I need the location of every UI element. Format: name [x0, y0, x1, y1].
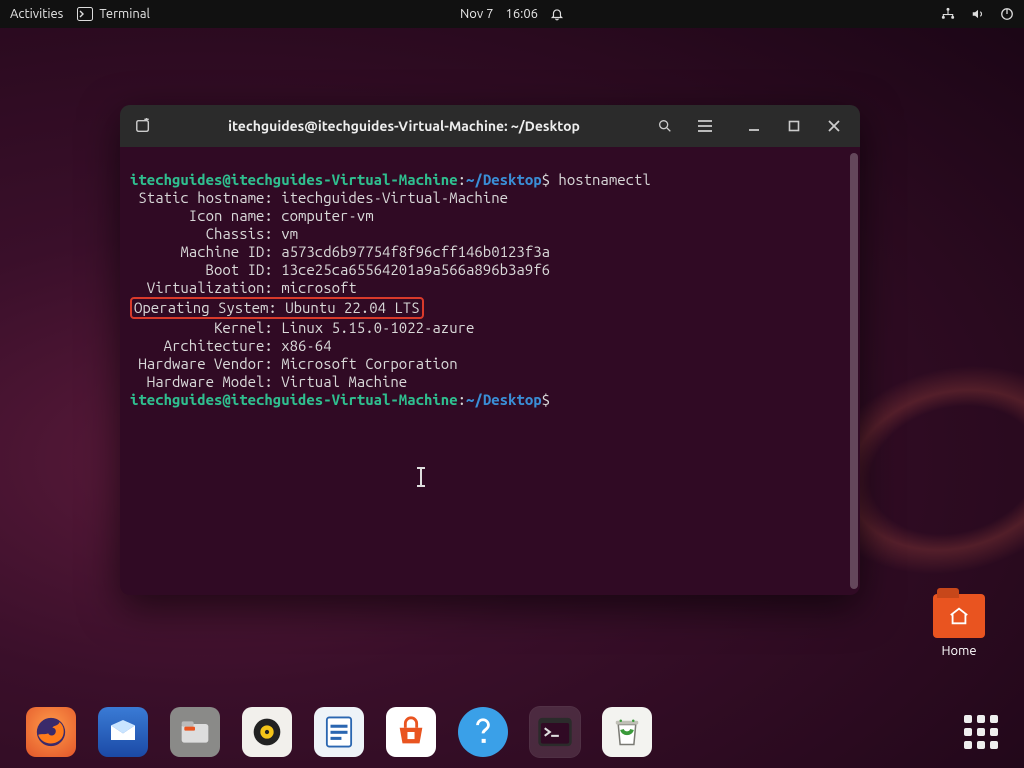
output-line: Static hostname: itechguides-Virtual-Mac…: [130, 189, 508, 206]
dock-trash[interactable]: [602, 707, 652, 757]
power-icon[interactable]: [1000, 7, 1014, 21]
hamburger-menu-button[interactable]: [688, 111, 722, 141]
dock-help[interactable]: [458, 707, 508, 757]
dock-libreoffice-writer[interactable]: [314, 707, 364, 757]
terminal-window: itechguides@itechguides-Virtual-Machine:…: [120, 105, 860, 595]
output-line-os-highlight: Operating System: Ubuntu 22.04 LTS: [130, 297, 424, 319]
output-line: Icon name: computer-vm: [130, 207, 374, 224]
window-title: itechguides@itechguides-Virtual-Machine:…: [166, 118, 642, 134]
time-label: 16:06: [505, 7, 538, 21]
terminal-titlebar[interactable]: itechguides@itechguides-Virtual-Machine:…: [120, 105, 860, 147]
search-icon: [657, 118, 673, 134]
prompt-dollar: $: [542, 391, 550, 408]
dock-ubuntu-software[interactable]: [386, 707, 436, 757]
active-app-label: Terminal: [99, 7, 150, 21]
writer-icon: [324, 715, 354, 749]
dock-rhythmbox[interactable]: [242, 707, 292, 757]
minimize-button[interactable]: [734, 111, 774, 141]
close-button[interactable]: [814, 111, 854, 141]
output-line: Boot ID: 13ce25ca65564201a9a566a896b3a9f…: [130, 261, 550, 278]
help-icon: [472, 717, 494, 747]
terminal-body[interactable]: itechguides@itechguides-Virtual-Machine:…: [120, 147, 860, 595]
text-cursor-icon: [420, 469, 422, 485]
prompt-colon: :: [458, 171, 466, 188]
date-label: Nov 7: [460, 7, 494, 21]
hamburger-icon: [697, 119, 713, 133]
prompt-path: /Desktop: [474, 391, 541, 408]
network-icon[interactable]: [940, 7, 956, 21]
rhythmbox-icon: [251, 716, 283, 748]
output-line: Virtualization: microsoft: [130, 279, 357, 296]
files-icon: [179, 718, 211, 746]
maximize-icon: [788, 120, 800, 132]
volume-icon[interactable]: [970, 7, 986, 21]
thunderbird-icon: [107, 716, 139, 748]
maximize-button[interactable]: [774, 111, 814, 141]
minimize-icon: [748, 120, 760, 132]
terminal-icon: [77, 7, 93, 21]
prompt-dollar: $: [542, 171, 550, 188]
clock-area[interactable]: Nov 7 16:06: [460, 7, 564, 21]
desktop-home-label: Home: [924, 644, 994, 658]
folder-icon: [933, 594, 985, 638]
prompt-path: /Desktop: [474, 171, 541, 188]
window-controls: [734, 111, 854, 141]
dock-files[interactable]: [170, 707, 220, 757]
new-tab-icon: [134, 118, 152, 134]
prompt-user: itechguides@itechguides-Virtual-Machine: [130, 391, 458, 408]
dock-thunderbird[interactable]: [98, 707, 148, 757]
output-line: Hardware Vendor: Microsoft Corporation: [130, 355, 458, 372]
terminal-app-icon: [537, 716, 573, 748]
search-button[interactable]: [648, 111, 682, 141]
dock-firefox[interactable]: [26, 707, 76, 757]
trash-icon: [613, 717, 641, 747]
activities-button[interactable]: Activities: [10, 7, 63, 21]
bell-icon: [550, 7, 564, 21]
dock: [20, 700, 1004, 764]
firefox-icon: [34, 715, 68, 749]
output-line: Kernel: Linux 5.15.0-1022-azure: [130, 319, 474, 336]
desktop-home-icon[interactable]: Home: [924, 594, 994, 658]
new-tab-button[interactable]: [126, 111, 160, 141]
prompt-user: itechguides@itechguides-Virtual-Machine: [130, 171, 458, 188]
output-line: Chassis: vm: [130, 225, 298, 242]
top-bar: Activities Terminal Nov 7 16:06: [0, 0, 1024, 28]
output-line: Machine ID: a573cd6b97754f8f96cff146b012…: [130, 243, 550, 260]
terminal-scrollbar[interactable]: [850, 153, 858, 589]
close-icon: [828, 120, 840, 132]
active-app-indicator[interactable]: Terminal: [77, 7, 150, 21]
output-line: Hardware Model: Virtual Machine: [130, 373, 407, 390]
prompt-colon: :: [458, 391, 466, 408]
dock-terminal[interactable]: [530, 707, 580, 757]
command-text: hostnamectl: [550, 171, 651, 188]
software-icon: [394, 715, 428, 749]
output-line: Architecture: x86-64: [130, 337, 332, 354]
show-applications-button[interactable]: [964, 715, 998, 749]
